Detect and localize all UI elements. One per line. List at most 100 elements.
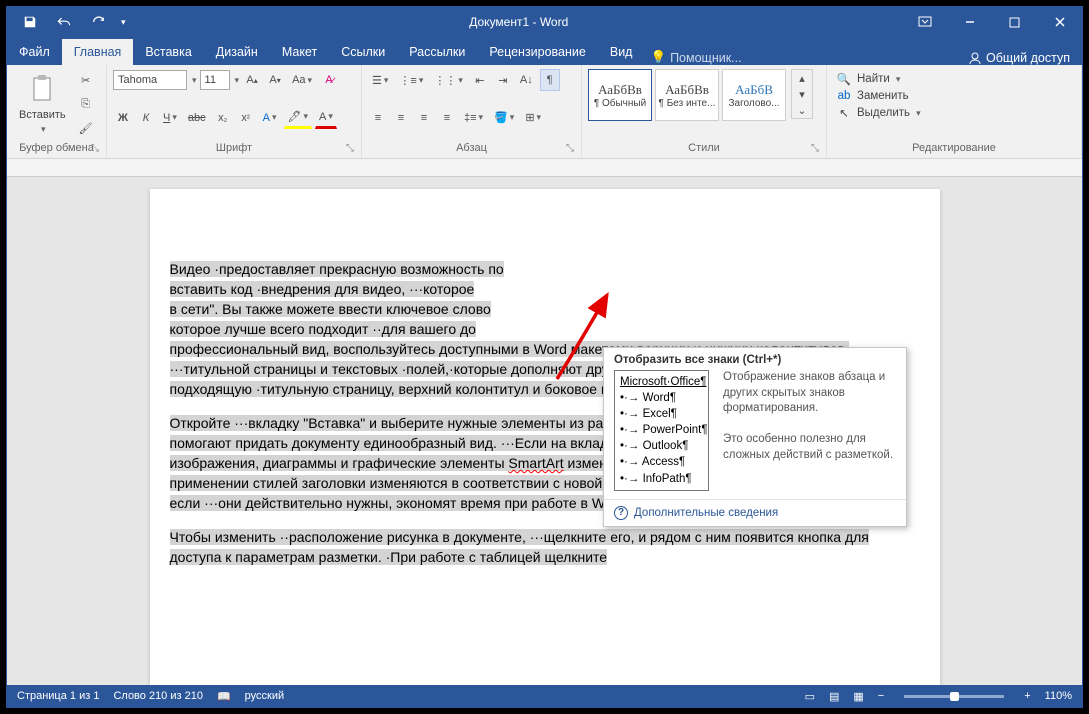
share-button[interactable]: Общий доступ: [956, 51, 1082, 65]
superscript-button[interactable]: x²: [236, 107, 256, 129]
paragraph-3[interactable]: Чтобы изменить ··расположение рисунка в …: [170, 527, 920, 567]
status-words[interactable]: Слово 210 из 210: [113, 690, 203, 702]
font-size-dropdown-icon[interactable]: ▾: [233, 75, 240, 86]
cut-button[interactable]: ✂: [75, 70, 97, 92]
bullets-button[interactable]: ☰▾: [368, 69, 392, 91]
view-print-layout-icon[interactable]: ▤: [829, 690, 839, 703]
zoom-slider[interactable]: [904, 695, 1004, 698]
multilevel-list-button[interactable]: ⋮⋮▾: [430, 69, 467, 91]
line-spacing-button[interactable]: ‡≡▾: [460, 107, 487, 129]
tooltip-description: Отображение знаков абзаца и других скрыт…: [723, 370, 896, 491]
style-no-spacing[interactable]: АаБбВв¶ Без инте...: [655, 69, 719, 121]
tab-insert[interactable]: Вставка: [133, 39, 203, 65]
align-center-button[interactable]: ≡: [391, 107, 411, 129]
ribbon-options-icon[interactable]: [902, 7, 947, 37]
tab-view[interactable]: Вид: [598, 39, 645, 65]
format-painter-button[interactable]: 🖌: [75, 118, 97, 140]
numbering-button[interactable]: ⋮≡▾: [395, 69, 427, 91]
tab-home[interactable]: Главная: [62, 39, 134, 65]
font-launcher-icon[interactable]: ⤡: [346, 143, 358, 155]
align-left-button[interactable]: ≡: [368, 107, 388, 129]
tab-references[interactable]: Ссылки: [329, 39, 397, 65]
styles-expand-icon[interactable]: ⌄: [792, 102, 812, 118]
tell-me[interactable]: 💡 Помощник...: [644, 50, 866, 65]
style-normal[interactable]: АаБбВв¶ Обычный: [588, 69, 652, 121]
change-case-button[interactable]: Aa▾: [288, 69, 316, 91]
zoom-thumb[interactable]: [950, 692, 959, 701]
justify-button[interactable]: ≡: [437, 107, 457, 129]
show-hide-marks-button[interactable]: ¶: [540, 69, 560, 91]
shading-button[interactable]: 🪣▾: [490, 107, 518, 129]
styles-scroll-down-icon[interactable]: ▾: [792, 86, 812, 102]
tab-layout[interactable]: Макет: [270, 39, 329, 65]
tab-mailings[interactable]: Рассылки: [397, 39, 477, 65]
font-size-input[interactable]: 11: [200, 70, 230, 90]
zoom-out-button[interactable]: −: [878, 690, 884, 702]
font-name-input[interactable]: Tahoma: [113, 70, 187, 90]
tooltip-item: •·→ InfoPath¶: [620, 471, 703, 487]
copy-button[interactable]: ⎘: [75, 94, 97, 116]
group-paragraph-label: Абзац: [368, 140, 575, 156]
tab-design[interactable]: Дизайн: [204, 39, 270, 65]
highlight-button[interactable]: 🖊▾: [284, 107, 313, 129]
close-button[interactable]: [1037, 7, 1082, 37]
styles-launcher-icon[interactable]: ⤡: [811, 143, 823, 155]
underline-button[interactable]: Ч▾: [159, 107, 181, 129]
tab-file[interactable]: Файл: [7, 39, 62, 65]
zoom-level[interactable]: 110%: [1045, 690, 1072, 702]
redo-icon[interactable]: [85, 11, 111, 33]
tooltip-item: •·→ PowerPoint¶: [620, 422, 703, 438]
minimize-button[interactable]: [947, 7, 992, 37]
tooltip-item: •·→ Outlook¶: [620, 438, 703, 454]
select-button[interactable]: ↖Выделить▾: [833, 105, 1075, 121]
paragraph-launcher-icon[interactable]: ⤡: [566, 143, 578, 155]
group-clipboard-label: Буфер обмена: [13, 140, 100, 156]
clear-formatting-button[interactable]: A̷: [319, 69, 339, 91]
save-icon[interactable]: [17, 11, 43, 33]
replace-button[interactable]: abЗаменить: [833, 89, 1075, 103]
status-page[interactable]: Страница 1 из 1: [17, 690, 99, 702]
status-proofing-icon[interactable]: 📖: [217, 690, 231, 703]
strikethrough-button[interactable]: abc: [184, 107, 210, 129]
zoom-in-button[interactable]: +: [1024, 690, 1030, 702]
ribbon: Вставить▾ ✂ ⎘ 🖌 Буфер обмена ⤡ Tahoma ▾ 1…: [7, 65, 1082, 159]
undo-icon[interactable]: [51, 11, 77, 33]
styles-scroll-up-icon[interactable]: ▴: [792, 70, 812, 86]
shrink-font-button[interactable]: A▾: [265, 69, 285, 91]
group-styles-label: Стили: [588, 140, 820, 156]
maximize-button[interactable]: [992, 7, 1037, 37]
status-language[interactable]: русский: [245, 690, 284, 702]
tooltip-more-info[interactable]: ? Дополнительные сведения: [604, 499, 906, 526]
italic-button[interactable]: К: [136, 107, 156, 129]
tooltip-item: •·→ Word¶: [620, 390, 703, 406]
bold-button[interactable]: Ж: [113, 107, 133, 129]
align-right-button[interactable]: ≡: [414, 107, 434, 129]
font-color-button[interactable]: A▾: [315, 107, 337, 129]
style-heading1[interactable]: АаБбВЗаголово...: [722, 69, 786, 121]
group-font: Tahoma ▾ 11▾ A▴ A▾ Aa▾ A̷ Ж К Ч▾ abc x₂ x…: [107, 65, 362, 158]
sort-button[interactable]: A↓: [516, 69, 537, 91]
clipboard-launcher-icon[interactable]: ⤡: [91, 143, 103, 155]
view-web-layout-icon[interactable]: ▦: [853, 690, 863, 703]
text-effects-button[interactable]: A▾: [259, 107, 281, 129]
increase-indent-button[interactable]: ⇥: [493, 69, 513, 91]
group-styles: АаБбВв¶ Обычный АаБбВв¶ Без инте... АаБб…: [582, 65, 827, 158]
group-editing-label: Редактирование: [833, 140, 1075, 156]
ruler[interactable]: [7, 159, 1082, 177]
borders-button[interactable]: ⊞▾: [521, 107, 545, 129]
tooltip-list-title: Microsoft·Office¶: [620, 374, 703, 390]
view-read-mode-icon[interactable]: ▭: [805, 690, 815, 703]
qat-dropdown-icon[interactable]: ▾: [119, 17, 126, 28]
tooltip-heading: Отобразить все знаки (Ctrl+*): [604, 348, 906, 370]
tab-review[interactable]: Рецензирование: [477, 39, 598, 65]
font-name-value: Tahoma: [118, 74, 157, 86]
smartart-squiggle: SmartArt: [508, 455, 563, 471]
font-name-dropdown-icon[interactable]: ▾: [190, 75, 197, 86]
statusbar: Страница 1 из 1 Слово 210 из 210 📖 русск…: [7, 685, 1082, 707]
decrease-indent-button[interactable]: ⇤: [470, 69, 490, 91]
grow-font-button[interactable]: A▴: [242, 69, 262, 91]
subscript-button[interactable]: x₂: [213, 107, 233, 129]
find-button[interactable]: 🔍Найти▾: [833, 71, 1075, 87]
tooltip-preview-box: Microsoft·Office¶ •·→ Word¶ •·→ Excel¶ •…: [614, 370, 709, 491]
paste-button[interactable]: Вставить▾: [13, 70, 72, 139]
